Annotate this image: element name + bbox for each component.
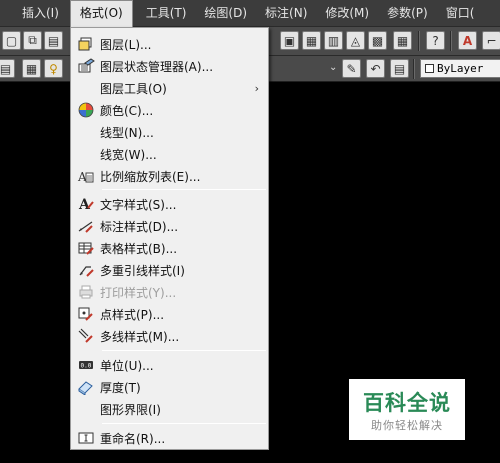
help-icon[interactable]: ? <box>426 31 445 50</box>
layers-icon <box>72 36 100 52</box>
menu-item-dimension-style[interactable]: 标注样式(D)... <box>72 215 267 237</box>
menu-item-thickness[interactable]: 厚度(T) <box>72 376 267 398</box>
watermark-title: 百科全说 <box>363 391 451 415</box>
text-style-toolbar-icon[interactable]: A <box>458 31 477 50</box>
toolbar-divider <box>418 31 420 51</box>
svg-text:A: A <box>78 197 91 212</box>
text-style-icon: A <box>72 196 100 212</box>
copy-icon[interactable]: ⧉ <box>23 31 42 50</box>
multileader-style-icon <box>72 262 100 278</box>
thickness-icon <box>72 379 100 395</box>
menu-item-table-style[interactable]: 表格样式(B)... <box>72 237 267 259</box>
properties-icon[interactable]: ▣ <box>280 31 299 50</box>
layer-properties-icon[interactable]: ▤ <box>0 59 15 78</box>
menu-item-color[interactable]: 颜色(C)... <box>72 99 267 121</box>
menu-draw[interactable]: 绘图(D) <box>195 0 256 27</box>
menu-item-layer-states-manager[interactable]: 图层状态管理器(A)... <box>72 55 267 77</box>
svg-text:0.0: 0.0 <box>81 363 92 370</box>
menu-modify[interactable]: 修改(M) <box>316 0 378 27</box>
design-center-icon[interactable]: ▦ <box>302 31 321 50</box>
dimension-style-icon <box>72 218 100 234</box>
toolbar-divider <box>450 31 452 51</box>
menu-item-drawing-limits[interactable]: 图形界限(I) <box>72 398 267 420</box>
lightbulb-icon[interactable]: ♀ <box>44 59 63 78</box>
menu-window[interactable]: 窗口( <box>437 0 484 27</box>
menu-item-point-style[interactable]: 点样式(P)... <box>72 303 267 325</box>
layer-previous-icon[interactable]: ↶ <box>366 59 385 78</box>
layer-states-icon[interactable]: ▦ <box>22 59 41 78</box>
menu-item-units[interactable]: 0.0 单位(U)... <box>72 354 267 376</box>
menu-item-layer[interactable]: 图层(L)... <box>72 33 267 55</box>
watermark-subtitle: 助你轻松解决 <box>371 419 443 432</box>
color-wheel-icon <box>72 102 100 118</box>
new-icon[interactable]: ▢ <box>2 31 21 50</box>
tool-palettes-icon[interactable]: ▥ <box>324 31 343 50</box>
menu-item-text-style[interactable]: A 文字样式(S)... <box>72 193 267 215</box>
menu-format[interactable]: 格式(O) <box>69 0 133 27</box>
format-menu: 图层(L)... 图层状态管理器(A)... 图层工具(O) › 颜色(C)..… <box>70 27 269 450</box>
menu-insert[interactable]: 插入(I) <box>13 0 68 27</box>
menu-separator <box>102 350 266 351</box>
rename-icon <box>72 430 100 446</box>
paste-icon[interactable]: ▤ <box>44 31 63 50</box>
layer-dropdown-chevron-icon[interactable]: ⌄ <box>329 62 337 73</box>
menu-item-layer-tools[interactable]: 图层工具(O) › <box>72 77 267 99</box>
color-swatch <box>425 64 434 73</box>
menu-item-scale-list[interactable]: A 比例缩放列表(E)... <box>72 165 267 187</box>
menu-item-rename[interactable]: 重命名(R)... <box>72 427 267 449</box>
sheet-set-icon[interactable]: ◬ <box>346 31 365 50</box>
dimension-style-toolbar-icon[interactable]: ⌐ <box>482 31 500 50</box>
units-icon: 0.0 <box>72 357 100 373</box>
submenu-arrow-icon: › <box>254 81 259 95</box>
layer-match-icon[interactable]: ▤ <box>390 59 409 78</box>
markup-icon[interactable]: ▩ <box>368 31 387 50</box>
color-combo-value: ByLayer <box>437 62 484 75</box>
menu-separator <box>102 423 266 424</box>
menu-parameters[interactable]: 参数(P) <box>378 0 437 27</box>
calculator-icon[interactable]: ▦ <box>393 31 412 50</box>
menu-tools[interactable]: 工具(T) <box>137 0 196 27</box>
scale-list-icon: A <box>72 168 100 184</box>
color-combo[interactable]: ByLayer <box>420 59 500 78</box>
multiline-style-icon <box>72 328 100 344</box>
menu-item-linetype[interactable]: 线型(N)... <box>72 121 267 143</box>
menu-item-lineweight[interactable]: 线宽(W)... <box>72 143 267 165</box>
make-current-icon[interactable]: ✎ <box>342 59 361 78</box>
menu-separator <box>102 189 266 190</box>
table-style-icon <box>72 240 100 256</box>
menu-item-plot-style[interactable]: 打印样式(Y)... <box>72 281 267 303</box>
menu-dimension[interactable]: 标注(N) <box>256 0 316 27</box>
plot-style-icon <box>72 284 100 300</box>
watermark-logo: 百科全说 助你轻松解决 <box>349 379 465 440</box>
point-style-icon <box>72 306 100 322</box>
menu-item-multileader-style[interactable]: 多重引线样式(I) <box>72 259 267 281</box>
menu-bar: 插入(I) 格式(O) 工具(T) 绘图(D) 标注(N) 修改(M) 参数(P… <box>0 0 500 27</box>
layer-states-icon <box>72 58 100 74</box>
toolbar-divider <box>413 59 415 79</box>
menu-item-multiline-style[interactable]: 多线样式(M)... <box>72 325 267 347</box>
